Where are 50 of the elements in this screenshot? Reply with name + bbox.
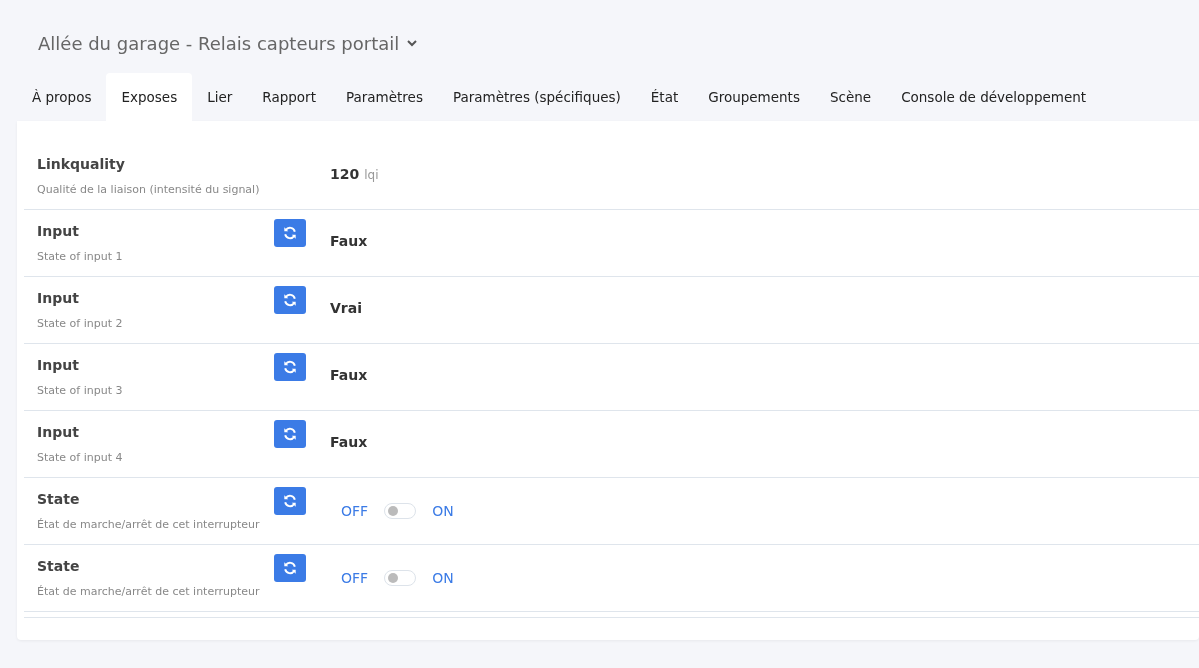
refresh-icon <box>283 360 297 374</box>
toggle-switch[interactable] <box>384 570 417 586</box>
expose-value: Vrai <box>330 300 363 316</box>
refresh-icon <box>283 561 297 575</box>
toggle-switch[interactable] <box>384 503 417 519</box>
refresh-button[interactable] <box>274 554 306 582</box>
refresh-icon <box>283 427 297 441</box>
expose-name: Input <box>37 356 80 375</box>
expose-name: Input <box>37 222 80 241</box>
tab[interactable]: État <box>635 73 694 121</box>
expose-value: 120 <box>330 166 360 182</box>
expose-description: State of input 4 <box>37 451 124 464</box>
tab[interactable]: Paramètres <box>330 73 438 121</box>
expose-description: State of input 3 <box>37 384 124 397</box>
refresh-button[interactable] <box>274 420 306 448</box>
expose-name: Input <box>37 289 80 308</box>
on-label[interactable]: ON <box>432 570 454 586</box>
expose-description: État de marche/arrêt de cet interrupteur <box>37 518 261 531</box>
off-label[interactable]: OFF <box>341 570 369 586</box>
refresh-button[interactable] <box>274 353 306 381</box>
caret-icon[interactable] <box>407 39 418 47</box>
tab[interactable]: Scène <box>814 73 887 121</box>
expose-description: État de marche/arrêt de cet interrupteur <box>37 585 261 598</box>
device-title: Allée du garage - Relais capteurs portail <box>38 32 400 54</box>
refresh-button[interactable] <box>274 286 306 314</box>
tab[interactable]: Rapport <box>247 73 331 121</box>
tab[interactable]: Lier <box>192 73 248 121</box>
expose-value: Faux <box>330 233 369 249</box>
expose-value: Faux <box>330 434 369 450</box>
tab[interactable]: À propos <box>17 73 107 121</box>
refresh-button[interactable] <box>274 487 306 515</box>
expose-name: State <box>37 490 81 509</box>
unit-label: lqi <box>364 168 379 182</box>
refresh-button[interactable] <box>274 219 306 247</box>
off-label[interactable]: OFF <box>341 503 369 519</box>
tab[interactable]: Console de développement <box>886 73 1102 121</box>
expose-description: State of input 1 <box>37 250 124 263</box>
expose-value: Faux <box>330 367 369 383</box>
tab[interactable]: Groupements <box>693 73 815 121</box>
tab[interactable]: Paramètres (spécifiques) <box>437 73 636 121</box>
tab[interactable]: Exposes <box>106 73 193 121</box>
refresh-icon <box>283 494 297 508</box>
refresh-icon <box>283 226 297 240</box>
expose-description: Qualité de la liaison (intensité du signal) <box>37 183 261 196</box>
expose-name: Linkquality <box>37 155 126 174</box>
expose-name: Input <box>37 423 80 442</box>
expose-description: State of input 2 <box>37 317 124 330</box>
expose-name: State <box>37 557 81 576</box>
on-label[interactable]: ON <box>432 503 454 519</box>
refresh-icon <box>283 293 297 307</box>
